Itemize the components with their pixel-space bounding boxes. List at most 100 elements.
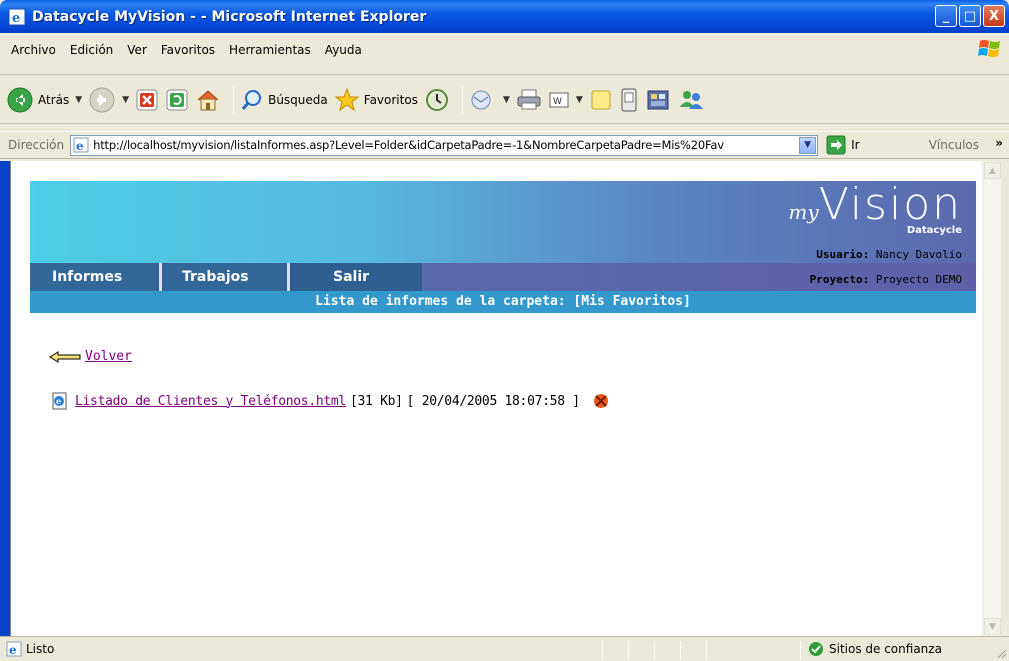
logo-vision: Vision [818,179,962,230]
chevron-down-icon[interactable]: ▼ [576,95,583,105]
media-button[interactable] [645,87,671,113]
page-icon: e [6,641,22,657]
back-button[interactable]: Atrás ▼ [6,86,82,114]
refresh-button[interactable] [165,88,189,112]
user-label: Usuario: [816,248,870,261]
nav-tab-trabajos[interactable]: Trabajos [162,263,290,291]
favorites-label: Favoritos [363,92,418,107]
print-button[interactable] [516,88,542,112]
menu-favoritos[interactable]: Favoritos [154,41,222,59]
windows-logo-icon [978,40,1000,57]
address-field[interactable]: e http://localhost/myvision/listaInforme… [70,134,819,156]
film-icon [647,90,669,109]
toolbar-separator [233,84,235,115]
site-header: myVision Datacycle Usuario: Nancy Davoli… [30,181,976,313]
logo-my: my [788,200,819,224]
history-button[interactable] [424,87,450,113]
address-dropdown-button[interactable]: ▼ [799,136,817,154]
chevron-down-icon[interactable]: ▼ [503,95,510,105]
html-file-icon: e [52,392,67,410]
scroll-down-button[interactable]: ▼ [984,618,1001,635]
security-zone[interactable]: Sitios de confianza [808,641,942,657]
status-text: Listo [26,642,55,656]
nav-tab-informes[interactable]: Informes [30,263,162,291]
home-button[interactable] [195,87,221,113]
history-icon [425,88,448,111]
file-date: [ 20/04/2005 18:07:58 ] [406,393,580,409]
page-icon: e [73,137,89,153]
project-label: Proyecto: [809,273,870,286]
svg-text:e: e [56,396,61,406]
back-label: Atrás [38,92,70,107]
status-bar: e Listo Sitios de confianza [0,636,1009,661]
window-titlebar[interactable]: e Datacycle MyVision - - Microsoft Inter… [0,0,1009,33]
go-label: Ir [851,138,860,152]
address-bar: Dirección e http://localhost/myvision/li… [0,131,1009,159]
window-title: Datacycle MyVision - - Microsoft Interne… [32,8,427,25]
chevron-down-icon[interactable]: ▼ [122,95,129,105]
maximize-button[interactable]: □ [959,5,981,27]
back-arrow-icon [7,87,33,112]
back-link[interactable]: Volver [49,349,132,364]
logo-brand: Datacycle [906,225,962,236]
discuss-button[interactable] [589,88,613,112]
chevron-right-icon[interactable]: » [995,136,1003,150]
stop-icon [136,89,158,110]
file-size: [31 Kb] [349,393,403,409]
svg-text:e: e [76,139,84,153]
menu-ver[interactable]: Ver [120,41,154,59]
menu-edicion[interactable]: Edición [63,41,120,59]
status-divider [706,641,707,659]
resize-grip-icon[interactable] [995,647,1007,659]
svg-text:e: e [9,643,17,657]
mail-button[interactable]: ▼ [469,88,510,112]
menu-ayuda[interactable]: Ayuda [318,41,369,59]
menu-herramientas[interactable]: Herramientas [222,41,318,59]
vertical-scrollbar[interactable]: ▲ ▼ [982,161,1001,636]
delete-icon[interactable] [592,392,610,410]
status-divider [680,641,681,659]
search-label: Búsqueda [268,92,328,107]
minimize-icon: _ [942,8,950,24]
project-info: Proyecto: Proyecto DEMO [810,273,962,286]
minimize-button[interactable]: _ [935,5,957,27]
go-arrow-icon [826,135,846,155]
chevron-down-icon: ▼ [804,140,812,150]
go-button[interactable]: Ir [826,135,860,155]
messenger-button[interactable] [677,87,705,113]
refresh-icon [166,89,188,110]
check-icon [809,642,823,656]
address-url[interactable]: http://localhost/myvision/listaInformes.… [93,138,793,152]
toolbar-separator [461,84,463,115]
forward-button[interactable]: ▼ [88,86,129,114]
favorites-button[interactable]: Favoritos [334,87,418,113]
search-button[interactable]: Búsqueda [240,88,328,112]
chevron-up-icon: ▲ [989,165,996,176]
edit-button[interactable]: W ▼ [548,89,583,111]
scroll-up-button[interactable]: ▲ [984,162,1001,179]
close-button[interactable]: X [983,5,1005,27]
mail-icon [471,90,491,109]
page-subtitle: Lista de informes de la carpeta: [Mis Fa… [30,291,976,313]
file-link[interactable]: Listado de Clientes y Teléfonos.html [75,394,346,409]
chevron-down-icon[interactable]: ▼ [75,95,82,105]
standard-toolbar: Atrás ▼ ▼ Búsqueda Favoritos ▼ W ▼ [0,76,1009,124]
volver-link[interactable]: Volver [85,349,132,364]
messenger-icon [679,90,703,109]
nav-tab-salir[interactable]: Salir [290,263,422,291]
menu-archivo[interactable]: Archivo [4,41,63,59]
list-item: e Listado de Clientes y Teléfonos.html [… [51,392,610,410]
status-divider [602,641,603,659]
links-toolbar[interactable]: Vínculos [929,138,979,152]
chevron-down-icon: ▼ [989,621,996,632]
forward-arrow-icon [89,87,115,112]
myvision-logo: myVision Datacycle [788,183,962,237]
stop-button[interactable] [135,88,159,112]
research-button[interactable] [619,87,639,113]
search-icon [241,89,262,110]
ie-icon: e [8,8,26,26]
home-icon [197,89,219,110]
maximize-icon: □ [963,8,977,24]
page-viewport: myVision Datacycle Usuario: Nancy Davoli… [10,161,1001,636]
window-frame-left [0,161,10,636]
